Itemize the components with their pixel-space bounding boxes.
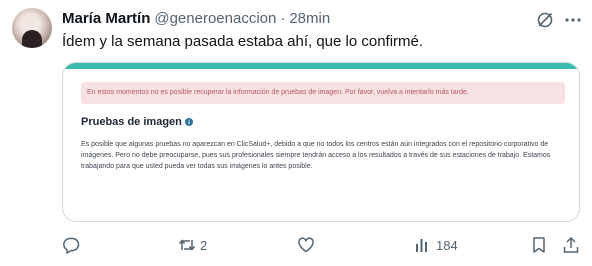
tweet-header: María Martín @generoenaccion · 28min [62, 10, 330, 30]
like-button[interactable] [297, 236, 315, 254]
section-title: Pruebas de imagen [81, 116, 193, 128]
separator-dot: · [280, 10, 286, 27]
author-name[interactable]: María Martín [62, 10, 150, 27]
action-bar: 2 184 [0, 230, 592, 260]
more-icon[interactable] [564, 11, 582, 29]
like-icon [298, 237, 314, 253]
section-description: Es posible que algunas pruebas no aparez… [81, 141, 551, 170]
share-button[interactable] [562, 236, 580, 254]
grok-icon[interactable] [536, 11, 554, 29]
tweet-text: Ídem y la semana pasada estaba ahí, que … [62, 33, 424, 50]
bookmark-icon [533, 237, 545, 253]
views-count: 184 [436, 237, 458, 253]
retweet-button[interactable]: 2 [178, 236, 207, 254]
tweet-media[interactable]: En estos momentos no es posible recupera… [62, 62, 580, 222]
views-button[interactable]: 184 [414, 236, 458, 254]
media-accent-bar [63, 63, 579, 69]
error-alert: En estos momentos no es posible recupera… [81, 82, 565, 104]
views-icon [416, 239, 427, 252]
reply-icon [63, 237, 80, 254]
reply-button[interactable] [62, 236, 80, 254]
info-icon [184, 118, 193, 126]
share-icon [563, 236, 579, 253]
avatar[interactable] [12, 8, 52, 48]
timestamp[interactable]: 28min [289, 10, 330, 27]
retweet-count: 2 [200, 237, 208, 253]
author-handle[interactable]: @generoenaccion [154, 10, 276, 27]
retweet-icon [178, 239, 196, 251]
bookmark-button[interactable] [530, 236, 548, 254]
section-title-text: Pruebas de imagen [81, 116, 182, 128]
